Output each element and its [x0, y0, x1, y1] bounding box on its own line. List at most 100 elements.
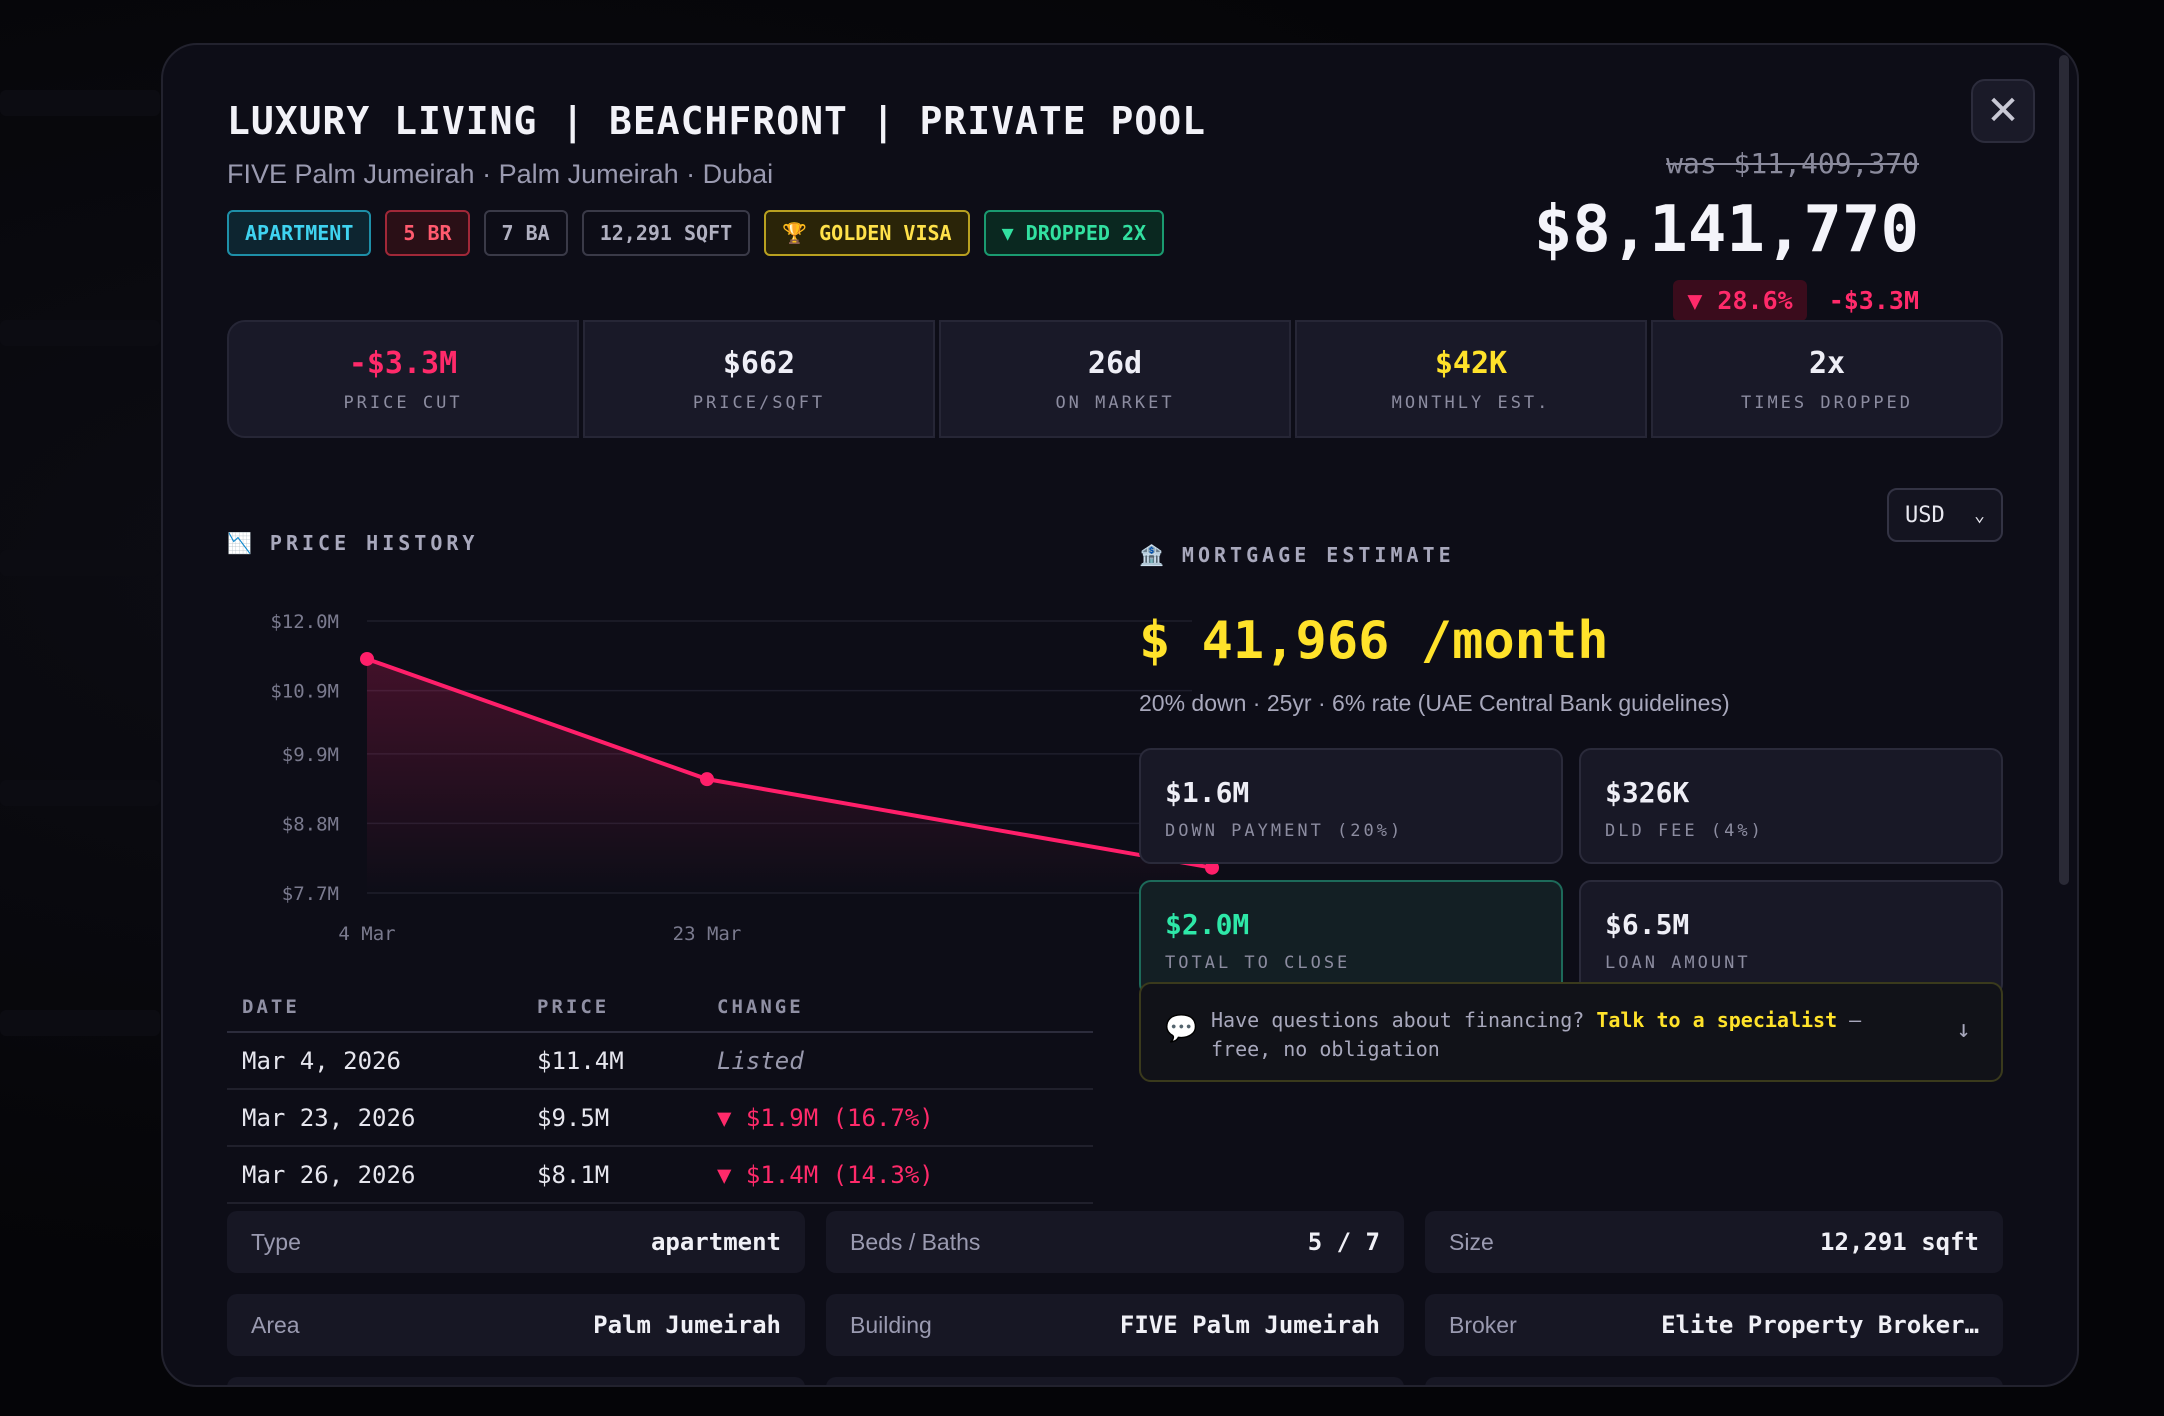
financing-cta[interactable]: 💬 Have questions about financing? Talk t…	[1139, 982, 2003, 1082]
detail-value: FIVE Palm Jumeirah	[1119, 1311, 1380, 1339]
cta-text: Have questions about financing?	[1211, 1008, 1597, 1032]
mortgage-title: MORTGAGE ESTIMATE	[1181, 543, 1455, 567]
stat-on-market: 26d ON MARKET	[939, 320, 1291, 438]
card-label: DOWN PAYMENT (20%)	[1165, 821, 1404, 841]
row-price: $11.4M	[537, 1046, 624, 1075]
card-value: $326K	[1605, 776, 1690, 809]
background-content	[0, 90, 160, 116]
listing-modal: ✕ LUXURY LIVING | BEACHFRONT | PRIVATE P…	[161, 43, 2079, 1387]
table-row: Mar 26, 2026 $8.1M ▼ $1.4M (14.3%)	[227, 1147, 1093, 1204]
close-button[interactable]: ✕	[1971, 79, 2035, 143]
stat-value: 2x	[1808, 345, 1846, 381]
stat-price-cut: -$3.3M PRICE CUT	[227, 320, 579, 438]
detail-label: Building	[850, 1311, 932, 1338]
price-history-chart: $12.0M$10.9M$9.9M$8.8M$7.7M4 Mar23 Mar26…	[270, 611, 1246, 945]
card-loan-amount: $6.5M LOAN AMOUNT	[1579, 880, 2003, 996]
detail-beds-baths: Beds / Baths 5 / 7	[826, 1211, 1404, 1273]
detail-row-partial	[826, 1377, 1404, 1385]
row-change: Listed	[717, 1046, 804, 1075]
currency-value: USD	[1905, 502, 1945, 528]
bank-icon: 🏦	[1139, 543, 1168, 567]
tag-type: APARTMENT	[227, 210, 372, 256]
detail-label: Broker	[1449, 1311, 1517, 1338]
row-price: $9.5M	[537, 1103, 610, 1132]
talk-to-specialist-link[interactable]: Talk to a specialist	[1596, 1008, 1837, 1032]
tag-dropped: ▼ DROPPED 2X	[983, 210, 1165, 256]
y-tick-label: $12.0M	[270, 611, 339, 633]
current-price: $8,141,770	[1533, 193, 1919, 267]
stat-label: PRICE/SQFT	[692, 392, 826, 413]
tag-size: 12,291 SQFT	[581, 210, 751, 256]
card-value: $1.6M	[1165, 776, 1250, 809]
detail-label: Beds / Baths	[850, 1228, 981, 1255]
stat-label: PRICE CUT	[343, 392, 463, 413]
tag-bedrooms: 5 BR	[385, 210, 470, 256]
listing-title: LUXURY LIVING | BEACHFRONT | PRIVATE POO…	[227, 99, 1206, 143]
data-point[interactable]	[700, 772, 714, 787]
stat-times-dropped: 2x TIMES DROPPED	[1651, 320, 2003, 438]
drop-percent-badge: ▼ 28.6%	[1673, 280, 1807, 321]
stat-monthly-est: $42K MONTHLY EST.	[1295, 320, 1647, 438]
detail-value: Elite Property Broker…	[1661, 1311, 1979, 1339]
listing-tags: APARTMENT 5 BR 7 BA 12,291 SQFT 🏆 GOLDEN…	[227, 210, 1165, 256]
modal-scrollbar[interactable]	[2059, 55, 2069, 885]
table-row: Mar 23, 2026 $9.5M ▼ $1.9M (16.7%)	[227, 1090, 1093, 1147]
detail-value: 12,291 sqft	[1820, 1228, 1979, 1256]
monthly-payment: $ 41,966 /month	[1139, 611, 1609, 671]
series-area	[367, 658, 1212, 893]
detail-value: apartment	[650, 1228, 781, 1256]
background-content	[0, 780, 160, 806]
row-change: ▼ $1.9M (16.7%)	[717, 1103, 934, 1132]
card-label: TOTAL TO CLOSE	[1165, 953, 1351, 973]
stat-price-per-sqft: $662 PRICE/SQFT	[583, 320, 935, 438]
y-tick-label: $7.7M	[282, 883, 339, 905]
listing-location: FIVE Palm Jumeirah · Palm Jumeirah · Dub…	[227, 159, 774, 189]
chevron-down-icon: ⌄	[1974, 504, 1985, 526]
stat-value: $662	[722, 345, 796, 381]
stats-bar: -$3.3M PRICE CUT $662 PRICE/SQFT 26d ON …	[227, 320, 2003, 438]
detail-type: Type apartment	[227, 1211, 805, 1273]
card-label: LOAN AMOUNT	[1605, 953, 1751, 973]
x-tick-label: 23 Mar	[673, 923, 742, 945]
detail-row-partial	[227, 1377, 805, 1385]
card-value: $6.5M	[1605, 908, 1690, 941]
background-content	[0, 320, 160, 346]
detail-building: Building FIVE Palm Jumeirah	[826, 1294, 1404, 1356]
detail-value: Palm Jumeirah	[593, 1311, 781, 1339]
currency-select[interactable]: USD ⌄	[1887, 488, 2003, 542]
row-price: $8.1M	[537, 1160, 610, 1189]
price-history-title: PRICE HISTORY	[269, 531, 479, 555]
row-date: Mar 23, 2026	[242, 1103, 416, 1132]
background-content	[0, 1010, 160, 1036]
detail-size: Size 12,291 sqft	[1425, 1211, 2003, 1273]
price-delta: ▼ 28.6% -$3.3M	[1673, 280, 1919, 321]
stat-label: MONTHLY EST.	[1391, 392, 1551, 413]
data-point[interactable]	[360, 651, 374, 666]
detail-label: Type	[251, 1228, 301, 1255]
column-header-date: DATE	[242, 996, 300, 1018]
y-tick-label: $8.8M	[282, 813, 339, 835]
row-date: Mar 26, 2026	[242, 1160, 416, 1189]
detail-area: Area Palm Jumeirah	[227, 1294, 805, 1356]
stat-value: -$3.3M	[348, 345, 458, 381]
price-history-heading: 📉 PRICE HISTORY	[227, 531, 478, 555]
card-value: $2.0M	[1165, 908, 1250, 941]
chart-down-icon: 📉	[227, 531, 256, 555]
drop-amount: -$3.3M	[1828, 286, 1919, 315]
table-row: Mar 4, 2026 $11.4M Listed	[227, 1033, 1093, 1090]
mortgage-heading: 🏦 MORTGAGE ESTIMATE	[1139, 543, 1455, 567]
y-tick-label: $10.9M	[270, 681, 339, 703]
row-date: Mar 4, 2026	[242, 1046, 401, 1075]
detail-label: Size	[1449, 1228, 1494, 1255]
chat-bubble-icon: 💬	[1165, 1014, 1198, 1044]
x-tick-label: 4 Mar	[338, 923, 395, 945]
card-total-to-close: $2.0M TOTAL TO CLOSE	[1139, 880, 1563, 996]
column-header-price: PRICE	[537, 996, 610, 1018]
price-history-table: DATE PRICE CHANGE Mar 4, 2026 $11.4M Lis…	[227, 983, 1093, 1204]
card-label: DLD FEE (4%)	[1605, 821, 1764, 841]
table-header: DATE PRICE CHANGE	[227, 983, 1093, 1033]
tag-baths: 7 BA	[483, 210, 568, 256]
tag-golden-visa: 🏆 GOLDEN VISA	[764, 210, 970, 256]
stat-value: $42K	[1434, 345, 1508, 381]
original-price: was $11,409,370	[1666, 147, 1919, 180]
